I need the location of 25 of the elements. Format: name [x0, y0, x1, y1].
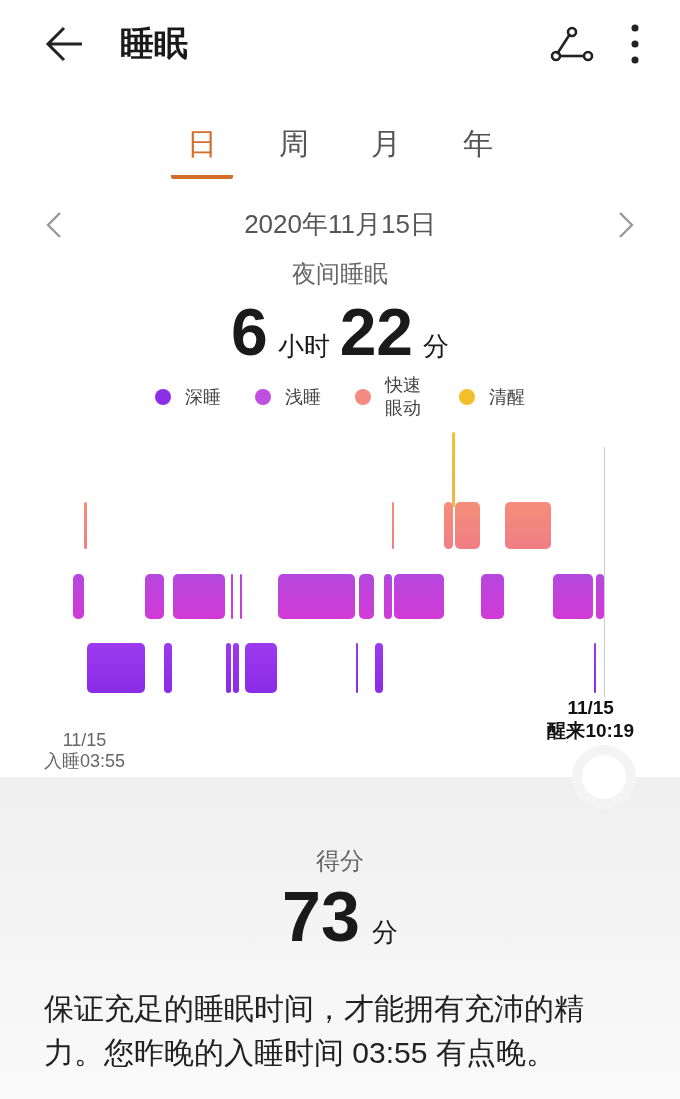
- wake-time-label: 11/15 醒来10:19: [547, 696, 634, 743]
- legend-label: 深睡: [185, 385, 222, 409]
- score-unit: 分: [371, 915, 398, 949]
- score-value: 73: [282, 876, 360, 957]
- sleep-start-label: 11/15 入睡03:55: [44, 729, 126, 774]
- date-label: 2020年11月15日: [244, 208, 436, 241]
- legend-label: 浅睡: [285, 385, 322, 409]
- legend-label: 清醒: [488, 385, 525, 409]
- more-menu-icon[interactable]: [630, 24, 640, 64]
- advice-text: 保证充足的睡眠时间，才能拥有充沛的精力。您昨晚的入睡时间 03:55 有点晚。: [43, 990, 585, 1071]
- page-title: 睡眠: [120, 23, 189, 64]
- back-button[interactable]: [44, 26, 84, 62]
- legend-label: 快速眼动: [385, 374, 423, 421]
- previous-day-button[interactable]: [46, 210, 62, 239]
- minutes-value: 22: [339, 294, 414, 370]
- score-label: 得分: [316, 845, 364, 876]
- next-day-button[interactable]: [618, 210, 634, 239]
- hours-unit: 小时: [277, 330, 330, 363]
- summary-label: 夜间睡眠: [291, 259, 389, 289]
- share-icon[interactable]: [550, 26, 594, 62]
- minutes-unit: 分: [423, 330, 450, 363]
- period-tab[interactable]: 周: [263, 124, 325, 179]
- period-tab[interactable]: 月: [355, 124, 417, 179]
- hours-value: 6: [230, 294, 268, 370]
- period-tab[interactable]: 年: [447, 124, 509, 179]
